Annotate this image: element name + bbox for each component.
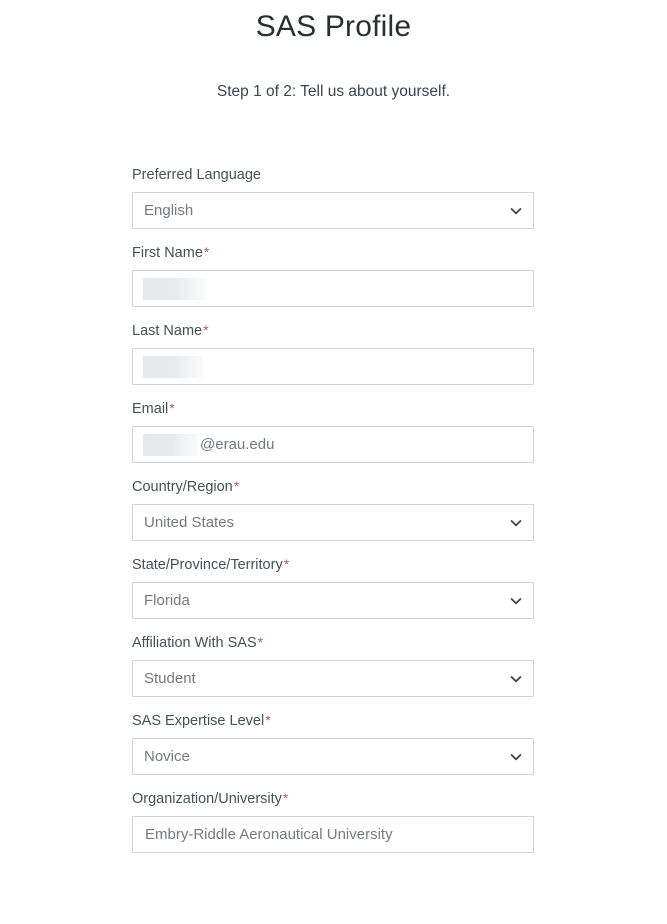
sas-profile-page: SAS Profile Step 1 of 2: Tell us about y…: [0, 0, 667, 924]
required-marker: *: [169, 400, 175, 416]
label-text: Preferred Language: [132, 167, 261, 183]
step-subtitle: Step 1 of 2: Tell us about yourself.: [216, 83, 451, 100]
profile-form: Preferred Language English First Name* L…: [132, 166, 534, 867]
select-value: English: [144, 201, 194, 219]
required-marker: *: [282, 790, 289, 806]
label-state-province-territory: State/Province/Territory*: [132, 555, 534, 575]
label-country-region: Country/Region*: [132, 477, 534, 497]
field-email: Email* @erau.edu: [132, 399, 534, 463]
label-organization-university: Organization/University*: [132, 789, 534, 809]
page-title: SAS Profile: [255, 10, 412, 43]
input-value: Embry-Riddle Aeronautical University: [145, 825, 393, 843]
email-domain: @erau.edu: [200, 435, 275, 453]
label-text: Country/Region: [132, 479, 233, 495]
label-email: Email*: [132, 399, 534, 419]
field-first-name: First Name*: [132, 243, 534, 307]
input-last-name[interactable]: [132, 348, 534, 385]
select-sas-expertise-level[interactable]: Novice: [132, 738, 534, 775]
label-text: SAS Expertise Level: [132, 713, 265, 729]
label-text: State/Province/Territory: [132, 557, 283, 573]
required-marker: *: [233, 478, 240, 494]
chevron-down-icon[interactable]: [510, 751, 522, 763]
required-marker: *: [283, 556, 290, 572]
select-value: United States: [144, 513, 235, 531]
chevron-down-icon[interactable]: [510, 517, 522, 529]
label-text: Affiliation With SAS: [132, 635, 257, 651]
label-text: First Name: [132, 245, 203, 261]
select-value: Student: [144, 669, 196, 687]
chevron-down-icon[interactable]: [510, 205, 522, 217]
label-text: Organization/University: [132, 791, 282, 807]
field-country-region: Country/Region* United States: [132, 477, 534, 541]
label-affiliation-with-sas: Affiliation With SAS*: [132, 633, 534, 653]
chevron-down-icon[interactable]: [510, 595, 522, 607]
select-state-province-territory[interactable]: Florida: [132, 582, 534, 619]
field-preferred-language: Preferred Language English: [132, 166, 534, 229]
email-value-row: @erau.edu: [143, 433, 275, 456]
label-text: Last Name: [132, 323, 203, 339]
label-preferred-language: Preferred Language: [132, 166, 534, 185]
input-first-name[interactable]: [132, 270, 534, 307]
label-last-name: Last Name*: [132, 321, 534, 341]
select-value: Novice: [144, 747, 190, 765]
select-affiliation-with-sas[interactable]: Student: [132, 660, 534, 697]
field-affiliation-with-sas: Affiliation With SAS* Student: [132, 633, 534, 697]
redacted-value: [143, 277, 205, 300]
required-marker: *: [257, 634, 264, 650]
required-marker: *: [203, 322, 209, 338]
field-organization-university: Organization/University* Embry-Riddle Ae…: [132, 789, 534, 853]
input-organization-university[interactable]: Embry-Riddle Aeronautical University: [132, 816, 534, 853]
label-sas-expertise-level: SAS Expertise Level*: [132, 711, 534, 731]
label-first-name: First Name*: [132, 243, 534, 263]
select-preferred-language[interactable]: English: [132, 192, 534, 229]
input-email[interactable]: @erau.edu: [132, 426, 534, 463]
select-country-region[interactable]: United States: [132, 504, 534, 541]
chevron-down-icon[interactable]: [510, 673, 522, 685]
field-last-name: Last Name*: [132, 321, 534, 385]
required-marker: *: [265, 712, 271, 728]
redacted-value: [143, 433, 198, 456]
field-sas-expertise-level: SAS Expertise Level* Novice: [132, 711, 534, 775]
required-marker: *: [203, 244, 210, 260]
label-text: Email: [132, 401, 169, 417]
redacted-value: [143, 355, 203, 378]
field-state-province-territory: State/Province/Territory* Florida: [132, 555, 534, 619]
select-value: Florida: [144, 591, 190, 609]
